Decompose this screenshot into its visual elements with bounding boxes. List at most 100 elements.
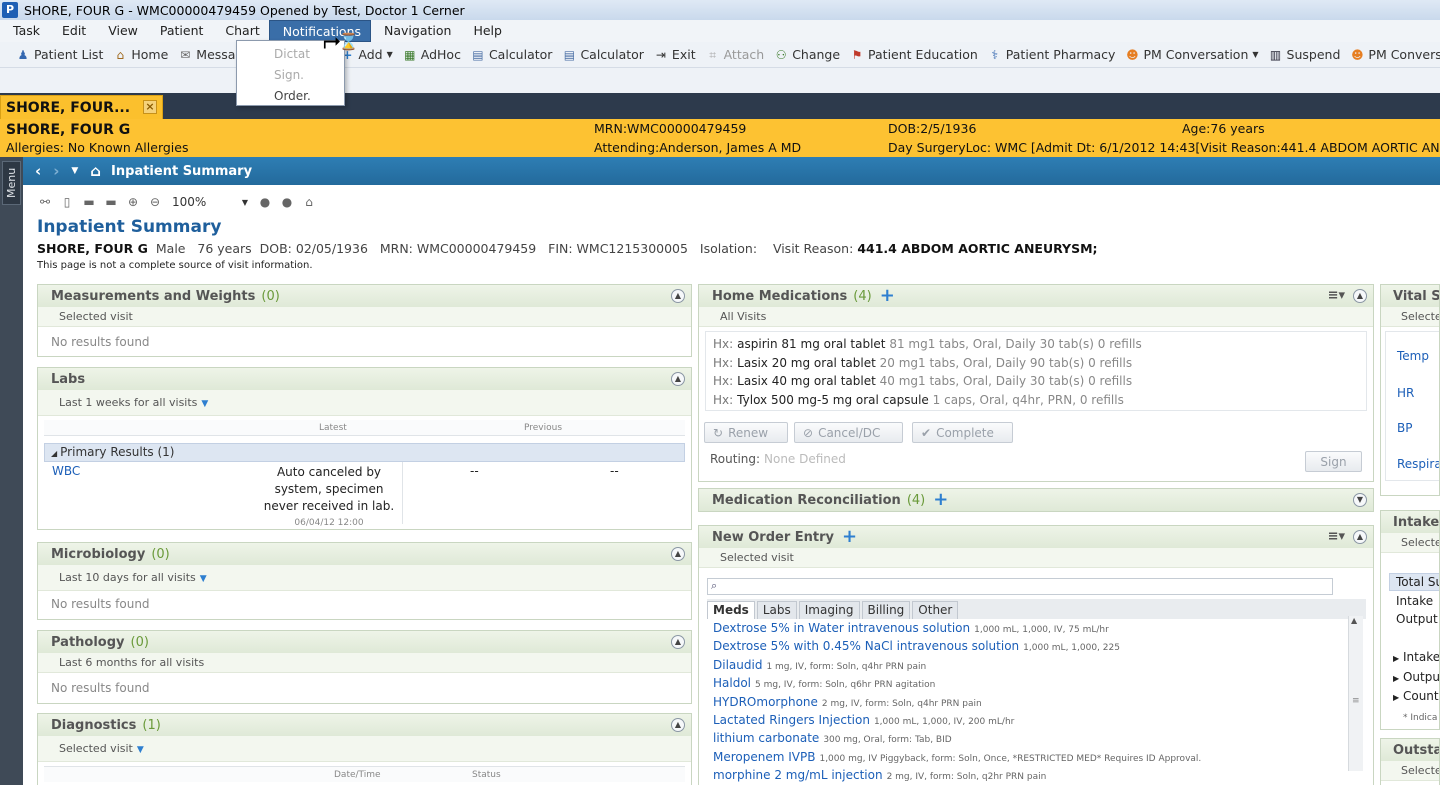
diagnostics-header[interactable]: Diagnostics (1) ▲ — [38, 714, 691, 736]
pm-conversa-button[interactable]: ☻PM Conversa — [1346, 47, 1440, 62]
attach-button[interactable]: ⌗ Attach — [702, 47, 771, 62]
forward-icon[interactable]: › — [53, 162, 59, 180]
order-list-scrollbar[interactable]: ▲ ≡ — [1348, 616, 1363, 771]
pm-conversation-button[interactable]: ☻ PM Conversation ▼ — [1121, 47, 1264, 62]
tab-labs[interactable]: Labs — [756, 601, 797, 619]
list-item[interactable]: Hx: Lasix 40 mg oral tablet 40 mg1 tabs, … — [713, 374, 1132, 388]
vital-temp[interactable]: Temp — [1397, 349, 1429, 363]
vital-hr[interactable]: HR — [1397, 386, 1414, 400]
medication-reconciliation-header[interactable]: Medication Reconciliation (4) + ▼ — [699, 489, 1373, 511]
menu-view[interactable]: View — [95, 20, 147, 42]
calculator-button[interactable]: ▤ Calculator — [467, 47, 558, 62]
renew-button[interactable]: ↻ Renew — [704, 422, 788, 443]
list-item[interactable]: Meropenem IVPB 1,000 mg, IV Piggyback, fo… — [713, 750, 1201, 764]
tab-billing[interactable]: Billing — [861, 601, 911, 619]
close-icon[interactable]: × — [143, 100, 157, 114]
labs-header[interactable]: Labs ▲ — [38, 368, 691, 390]
collapse-icon[interactable]: ▲ — [671, 635, 685, 649]
list-item[interactable]: Dextrose 5% in Water intravenous solutio… — [713, 621, 1109, 635]
primary-results-group[interactable]: ◢ Primary Results (1) — [44, 443, 685, 462]
suspend-button[interactable]: ▥ Suspend — [1265, 47, 1347, 62]
order-search-input[interactable]: ⌕ — [707, 578, 1333, 595]
circle-icon-2[interactable]: ● — [279, 195, 295, 209]
intake-header[interactable]: Intake — [1381, 511, 1439, 533]
list-item[interactable]: Hx: Tylox 500 mg-5 mg oral capsule 1 caps… — [713, 393, 1124, 407]
vital-bp[interactable]: BP — [1397, 421, 1412, 435]
menu-icon[interactable]: ≡▾ — [1328, 529, 1345, 544]
menu-icon[interactable]: ≡▾ — [1328, 288, 1345, 303]
print-preview-icon[interactable]: ▬ — [103, 195, 119, 209]
microbiology-header[interactable]: Microbiology (0) ▲ — [38, 543, 691, 565]
add-icon[interactable]: + — [880, 287, 895, 305]
add-icon[interactable]: + — [842, 528, 857, 546]
list-item[interactable]: Lactated Ringers Injection 1,000 mL, 1,00… — [713, 713, 1014, 727]
notifications-item-order[interactable]: Order. — [237, 86, 344, 107]
zoom-in-icon[interactable]: ⊕ — [125, 195, 141, 209]
list-item[interactable]: morphine 2 mg/mL injection 2 mg, IV, form… — [713, 768, 1046, 782]
menu-edit[interactable]: Edit — [49, 20, 95, 42]
tab-other[interactable]: Other — [912, 601, 959, 619]
labs-filter[interactable]: Last 1 weeks for all visits ▼ — [38, 390, 691, 416]
list-item[interactable]: Haldol 5 mg, IV, form: Soln, q6hr PRN agi… — [713, 676, 935, 690]
lab-name-link[interactable]: WBC — [52, 464, 80, 478]
home-button[interactable]: ⌂ Home — [109, 47, 174, 62]
vital-respiration[interactable]: Respirat — [1397, 457, 1439, 471]
calculator-button-2[interactable]: ▤ Calculator — [558, 47, 649, 62]
expand-icon[interactable]: ▼ — [1353, 493, 1367, 507]
cancel-dc-button[interactable]: ⊘ Cancel/DC — [794, 422, 903, 443]
tab-imaging[interactable]: Imaging — [798, 601, 860, 619]
collapse-icon[interactable]: ▲ — [1353, 530, 1367, 544]
circle-icon[interactable]: ● — [257, 195, 273, 209]
menu-toggle[interactable]: Menu — [2, 161, 21, 205]
menu-help[interactable]: Help — [460, 20, 511, 42]
collapse-icon[interactable]: ▲ — [671, 547, 685, 561]
adhoc-button[interactable]: ▦ AdHoc — [399, 47, 467, 62]
scroll-grip-icon[interactable]: ≡ — [1352, 696, 1360, 706]
zoom-select[interactable]: 100% ▼ — [172, 193, 248, 211]
list-item[interactable]: Dextrose 5% with 0.45% NaCl intravenous … — [713, 639, 1120, 653]
chevron-down-icon[interactable]: ▼ — [71, 166, 78, 176]
zoom-out-icon[interactable]: ⊖ — [147, 195, 163, 209]
collapse-icon[interactable]: ▲ — [671, 718, 685, 732]
collapse-icon[interactable]: ▲ — [671, 289, 685, 303]
patient-education-button[interactable]: ⚑ Patient Education — [846, 47, 984, 62]
notifications-item-sign[interactable]: Sign. — [237, 65, 344, 86]
back-icon[interactable]: ‹ — [35, 162, 41, 180]
list-item[interactable]: lithium carbonate 300 mg, Oral, form: Tab… — [713, 731, 952, 745]
binoculars-icon[interactable]: ⚯ — [37, 195, 53, 209]
sign-button[interactable]: Sign — [1305, 451, 1362, 472]
diagnostics-filter[interactable]: Selected visit ▼ — [38, 736, 691, 762]
change-button[interactable]: ⚇ Change — [770, 47, 846, 62]
output-expand[interactable]: ▶ Outpu — [1393, 670, 1439, 684]
add-icon[interactable]: + — [933, 491, 948, 509]
list-item[interactable]: Dilaudid 1 mg, IV, form: Soln, q4hr PRN p… — [713, 658, 926, 672]
patient-pharmacy-button[interactable]: ⚕ Patient Pharmacy — [984, 47, 1122, 62]
microbiology-filter[interactable]: Last 10 days for all visits ▼ — [38, 565, 691, 591]
outstanding-header[interactable]: Outsta — [1381, 739, 1439, 761]
menu-chart[interactable]: Chart — [212, 20, 268, 42]
patient-list-button[interactable]: ♟ Patient List — [0, 47, 109, 62]
scroll-up-icon[interactable]: ▲ — [1351, 616, 1357, 625]
new-order-entry-header[interactable]: New Order Entry + ≡▾ ▲ — [699, 526, 1373, 548]
menu-navigation[interactable]: Navigation — [371, 20, 460, 42]
menu-task[interactable]: Task — [0, 20, 49, 42]
list-item[interactable]: HYDROmorphone 2 mg, IV, form: Soln, q4hr … — [713, 695, 982, 709]
exit-button[interactable]: ⇥ Exit — [650, 47, 702, 62]
document-icon[interactable]: ▯ — [59, 195, 75, 209]
home-icon[interactable]: ⌂ — [90, 162, 101, 180]
menu-patient[interactable]: Patient — [147, 20, 213, 42]
count-expand[interactable]: ▶ Count — [1393, 689, 1439, 703]
home-medications-header[interactable]: Home Medications (4) + ≡▾ ▲ — [699, 285, 1373, 307]
measurements-header[interactable]: Measurements and Weights (0) ▲ — [38, 285, 691, 307]
complete-button[interactable]: ✔ Complete — [912, 422, 1013, 443]
print-icon[interactable]: ▬ — [81, 195, 97, 209]
collapse-icon[interactable]: ▲ — [1353, 289, 1367, 303]
list-item[interactable]: Hx: aspirin 81 mg oral tablet 81 mg1 tabs… — [713, 337, 1142, 351]
vital-signs-header[interactable]: Vital Si — [1381, 285, 1439, 307]
home-icon[interactable]: ⌂ — [301, 195, 317, 209]
patient-tab[interactable]: SHORE, FOUR... × — [0, 95, 163, 119]
intake-expand[interactable]: ▶ Intake — [1393, 650, 1439, 664]
list-item[interactable]: Hx: Lasix 20 mg oral tablet 20 mg1 tabs, … — [713, 356, 1132, 370]
collapse-icon[interactable]: ▲ — [671, 372, 685, 386]
tab-meds[interactable]: Meds — [707, 601, 755, 619]
